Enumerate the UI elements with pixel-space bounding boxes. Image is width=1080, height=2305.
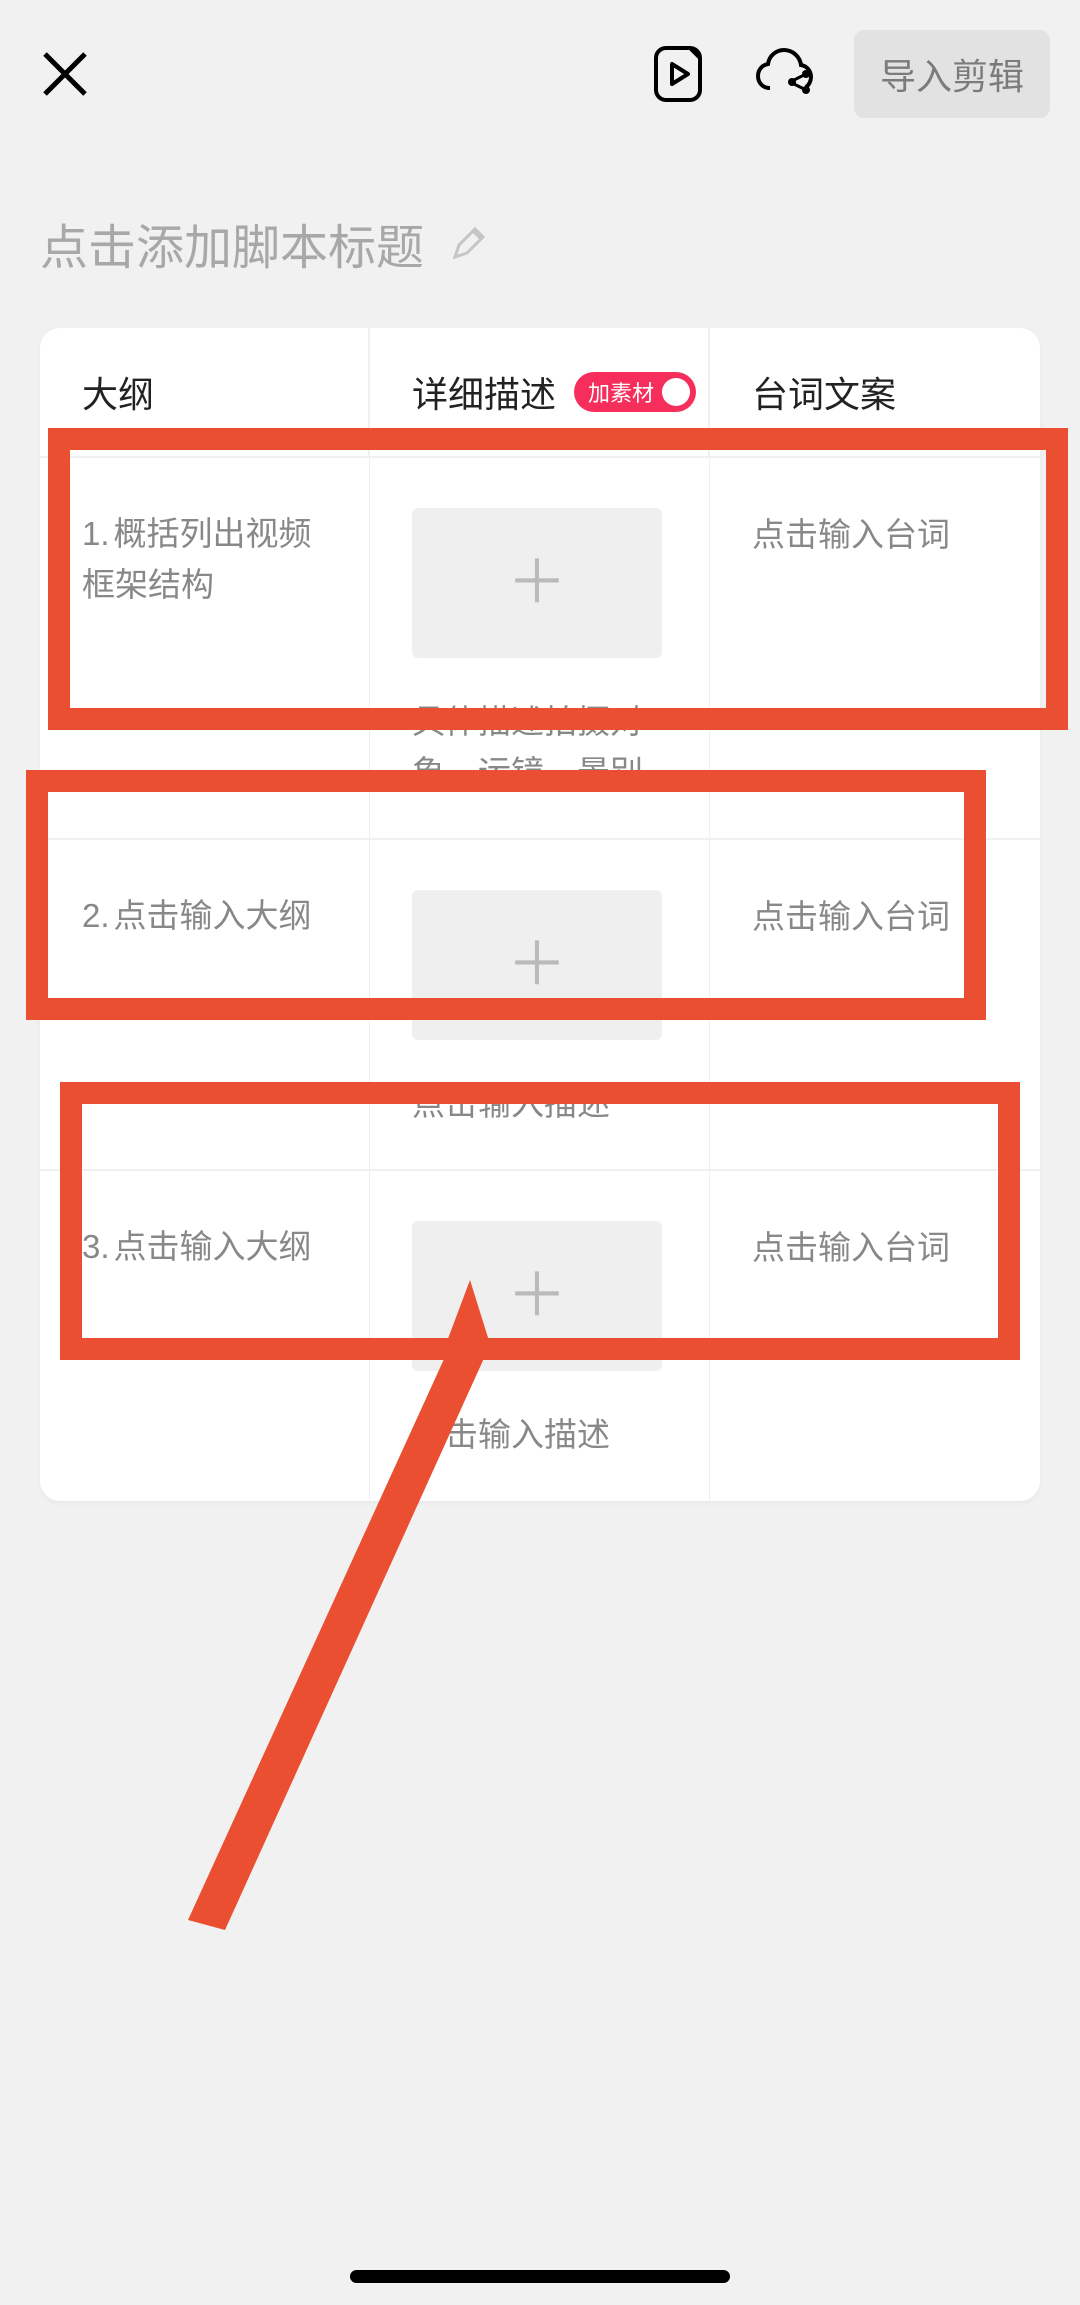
cloud-share-icon[interactable] bbox=[750, 42, 814, 106]
dialog-placeholder: 点击输入台词 bbox=[752, 508, 1010, 556]
column-headers: 大纲 详细描述 加素材 台词文案 bbox=[40, 328, 1040, 458]
dialog-cell[interactable]: 点击输入台词 bbox=[710, 458, 1040, 838]
outline-cell[interactable]: 3.点击输入大纲 bbox=[40, 1171, 370, 1500]
dialog-placeholder: 点击输入台词 bbox=[752, 890, 1010, 938]
play-doc-icon[interactable] bbox=[646, 42, 710, 106]
add-material-toggle-label: 加素材 bbox=[588, 376, 654, 408]
detail-desc: 点击输入描述 bbox=[412, 1409, 610, 1460]
outline-text: 点击输入大纲 bbox=[114, 1228, 312, 1265]
table-row: 1.概括列出视频框架结构 ＋ 具体描述拍摄对象、运镜、景别 点击输入台词 bbox=[40, 458, 1040, 840]
close-icon[interactable] bbox=[40, 49, 90, 99]
col-header-dialog: 台词文案 bbox=[710, 328, 1040, 456]
add-media-box[interactable]: ＋ bbox=[412, 890, 662, 1040]
col-header-dialog-label: 台词文案 bbox=[752, 366, 896, 418]
col-header-detail: 详细描述 加素材 bbox=[370, 328, 710, 456]
script-table: 大纲 详细描述 加素材 台词文案 1.概括列出视频框架结构 ＋ 具体描述拍摄对象… bbox=[40, 328, 1040, 1501]
outline-cell[interactable]: 2.点击输入大纲 bbox=[40, 840, 370, 1169]
detail-cell[interactable]: ＋ 具体描述拍摄对象、运镜、景别 bbox=[370, 458, 710, 838]
col-header-outline-label: 大纲 bbox=[82, 366, 154, 418]
table-row: 3.点击输入大纲 ＋ 点击输入描述 点击输入台词 bbox=[40, 1171, 1040, 1500]
plus-icon: ＋ bbox=[507, 1266, 567, 1326]
toggle-knob bbox=[662, 378, 690, 406]
detail-desc: 点击输入描述 bbox=[412, 1078, 610, 1129]
add-media-box[interactable]: ＋ bbox=[412, 508, 662, 658]
plus-icon: ＋ bbox=[507, 553, 567, 613]
outline-text: 概括列出视频框架结构 bbox=[82, 515, 312, 603]
outline-text: 点击输入大纲 bbox=[114, 897, 312, 934]
title-row[interactable]: 点击添加脚本标题 bbox=[0, 148, 1080, 328]
detail-cell[interactable]: ＋ 点击输入描述 bbox=[370, 840, 710, 1169]
dialog-cell[interactable]: 点击输入台词 bbox=[710, 840, 1040, 1169]
header-bar: 导入剪辑 bbox=[0, 0, 1080, 148]
detail-desc: 具体描述拍摄对象、运镜、景别 bbox=[412, 696, 679, 798]
col-header-detail-label: 详细描述 bbox=[412, 366, 556, 418]
add-material-toggle[interactable]: 加素材 bbox=[574, 372, 696, 412]
import-edit-button[interactable]: 导入剪辑 bbox=[854, 30, 1050, 118]
col-header-outline: 大纲 bbox=[40, 328, 370, 456]
script-title-placeholder: 点击添加脚本标题 bbox=[40, 208, 424, 278]
row-number: 1. bbox=[82, 515, 110, 552]
dialog-cell[interactable]: 点击输入台词 bbox=[710, 1171, 1040, 1500]
outline-cell[interactable]: 1.概括列出视频框架结构 bbox=[40, 458, 370, 838]
edit-pencil-icon[interactable] bbox=[449, 223, 489, 263]
row-number: 2. bbox=[82, 897, 110, 934]
table-row: 2.点击输入大纲 ＋ 点击输入描述 点击输入台词 bbox=[40, 840, 1040, 1171]
row-number: 3. bbox=[82, 1228, 110, 1265]
plus-icon: ＋ bbox=[507, 935, 567, 995]
add-media-box[interactable]: ＋ bbox=[412, 1221, 662, 1371]
home-indicator bbox=[350, 2270, 730, 2283]
dialog-placeholder: 点击输入台词 bbox=[752, 1221, 1010, 1269]
detail-cell[interactable]: ＋ 点击输入描述 bbox=[370, 1171, 710, 1500]
